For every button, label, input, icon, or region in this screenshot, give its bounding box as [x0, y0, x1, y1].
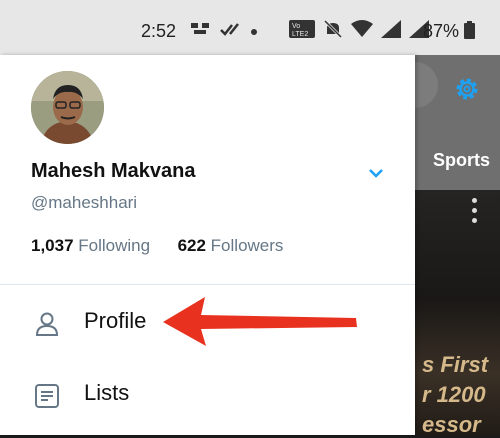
- annotation-arrow: [163, 297, 357, 346]
